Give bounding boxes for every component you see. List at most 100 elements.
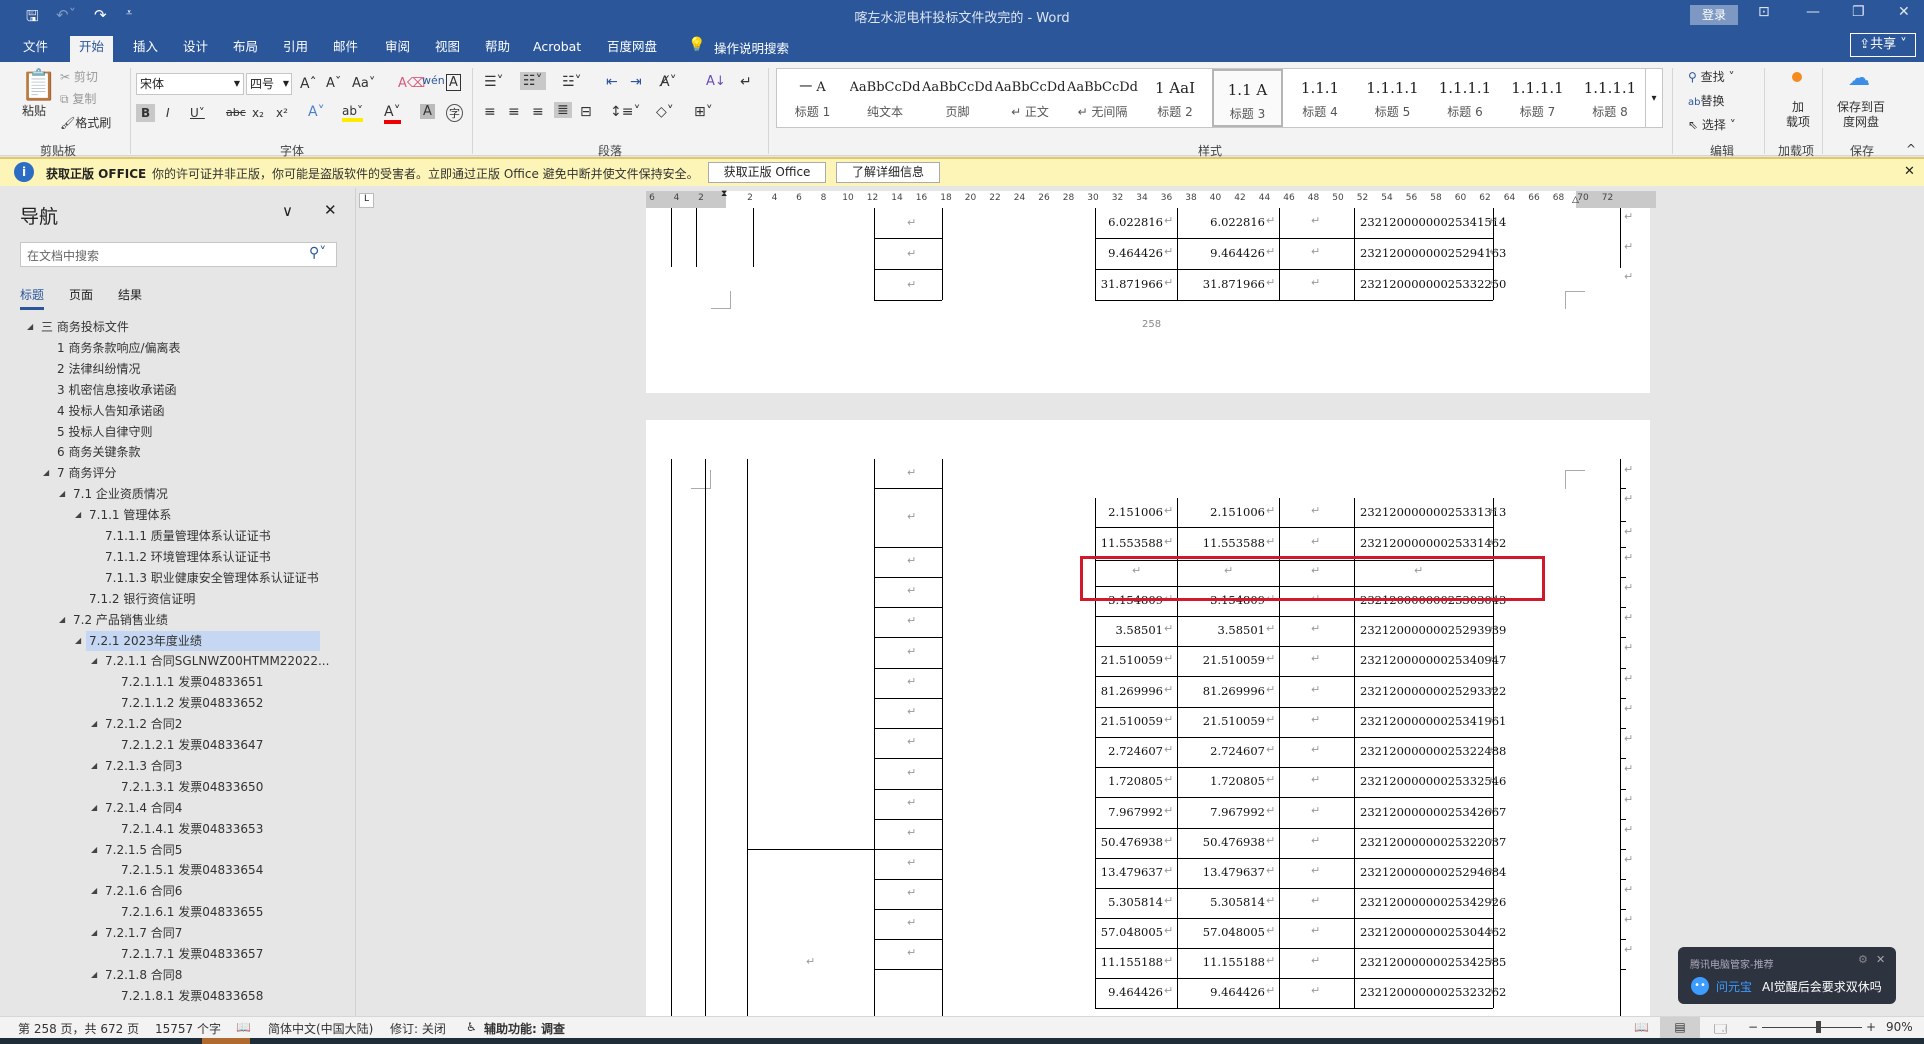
nav-item[interactable]: 7.2.1.3.1 发票04833650	[118, 777, 266, 797]
tab-9[interactable]: 帮助	[476, 36, 519, 62]
expand-triangle-icon[interactable]: ◢	[75, 636, 81, 645]
nav-item[interactable]: 7.1.2 银行资信证明	[86, 589, 198, 609]
expand-triangle-icon[interactable]: ◢	[91, 886, 97, 895]
table-cell[interactable]: 1.720805	[1108, 774, 1163, 788]
save-to-baidu-button[interactable]: 保存到百度网盘	[1834, 100, 1888, 130]
expand-triangle-icon[interactable]: ◢	[91, 761, 97, 770]
nav-item[interactable]: 3 机密信息接收承诺函	[54, 380, 179, 400]
nav-item[interactable]: 4 投标人告知承诺函	[54, 401, 167, 421]
cut-button[interactable]: ✂ 剪切	[60, 68, 98, 85]
table-cell[interactable]: 23212000000025322037	[1360, 835, 1506, 849]
tab-4[interactable]: 布局	[224, 36, 267, 62]
tab-2[interactable]: 插入	[124, 36, 167, 62]
track-changes[interactable]: 修订: 关闭	[390, 1020, 446, 1037]
nav-item[interactable]: 7.2.1.4 合同4	[102, 798, 185, 818]
table-cell[interactable]: 57.048005	[1101, 925, 1163, 939]
enclose-characters-icon[interactable]: 字	[446, 104, 463, 122]
table-cell[interactable]: 5.305814	[1108, 895, 1163, 909]
table-cell[interactable]: 3.58501	[1115, 623, 1163, 637]
table-cell[interactable]: 23212000000025293322	[1360, 684, 1506, 698]
table-cell[interactable]: 21.510059	[1203, 653, 1265, 667]
table-cell[interactable]: 23212000000025342926	[1360, 895, 1506, 909]
shading-icon[interactable]: ◇˅	[656, 104, 674, 120]
nav-item[interactable]: 7.2.1.1.1 发票04833651	[118, 672, 266, 692]
nav-tab-0[interactable]: 标题	[20, 286, 45, 310]
table-cell[interactable]: 21.510059	[1101, 653, 1163, 667]
document-page[interactable]: 2.151006 ↵ 2.151006 ↵ ↵ 23212000000025331313 ↵…	[646, 420, 1650, 1016]
table-cell[interactable]: 9.464426	[1210, 985, 1265, 999]
nav-item[interactable]: 1 商务条款响应/偏离表	[54, 338, 184, 358]
style-5[interactable]: 1 AaI 标题 2	[1140, 69, 1211, 127]
superscript-button[interactable]: x²	[276, 106, 288, 120]
table-cell[interactable]: 6.022816	[1108, 215, 1163, 229]
bold-button[interactable]: B	[136, 104, 156, 122]
nav-item[interactable]: 7.2.1.5 合同5	[102, 840, 185, 860]
find-button[interactable]: ⚲ 查找 ˅	[1688, 68, 1734, 85]
styles-more-button[interactable]: ▾	[1645, 68, 1663, 128]
nav-tab-1[interactable]: 页面	[69, 286, 93, 307]
table-cell[interactable]: 13.479637	[1101, 865, 1163, 879]
table-cell[interactable]: 23212000000025342585	[1360, 955, 1506, 969]
table-cell[interactable]: 50.476938	[1101, 835, 1163, 849]
style-4[interactable]: AaBbCcDdI ↵ 无间隔	[1067, 69, 1138, 127]
tell-me-search[interactable]: 操作说明搜索	[714, 38, 789, 57]
strikethrough-button[interactable]: abc	[226, 106, 246, 119]
read-mode-icon[interactable]: 📖	[1634, 1020, 1649, 1034]
table-cell[interactable]: 23212000000025332546	[1360, 774, 1506, 788]
bullets-icon[interactable]: ☰˅	[484, 74, 504, 90]
tab-7[interactable]: 审阅	[376, 36, 419, 62]
nav-item[interactable]: 三 商务投标文件	[38, 317, 132, 337]
close-icon[interactable]: ✕	[1898, 4, 1910, 20]
table-cell[interactable]: 3.58501	[1217, 623, 1265, 637]
italic-button[interactable]: I	[166, 106, 170, 120]
table-cell[interactable]: 11.553588	[1203, 536, 1265, 550]
justify-icon[interactable]: ≣	[554, 102, 572, 118]
table-cell[interactable]: 2.724607	[1210, 744, 1265, 758]
style-2[interactable]: AaBbCcDdEe 页脚	[922, 69, 993, 127]
style-1[interactable]: AaBbCcDdI 纯文本	[850, 69, 921, 127]
character-shading-icon[interactable]: A	[420, 104, 435, 119]
nav-item[interactable]: 7.1.1 管理体系	[86, 505, 174, 525]
table-cell[interactable]: 23212000000025341514	[1360, 215, 1506, 229]
page-count[interactable]: 第 258 页，共 672 页	[18, 1020, 139, 1037]
multilevel-list-icon[interactable]: ☳˅	[562, 74, 582, 90]
table-cell[interactable]: 1.720805	[1210, 774, 1265, 788]
style-10[interactable]: 1.1.1.1 标题 7	[1502, 69, 1573, 127]
text-effects-icon[interactable]: A˅	[308, 104, 325, 120]
nav-item[interactable]: 7 商务评分	[54, 463, 119, 483]
ribbon-display-icon[interactable]: ⊡	[1758, 4, 1770, 20]
replace-button[interactable]: ab替换	[1688, 92, 1725, 109]
nav-item[interactable]: 7.2.1.6 合同6	[102, 881, 185, 901]
nav-item[interactable]: 7.2.1.8.1 发票04833658	[118, 986, 266, 1006]
word-count[interactable]: 15757 个字	[155, 1020, 221, 1037]
table-cell[interactable]: 9.464426	[1108, 246, 1163, 260]
zoom-slider-track[interactable]	[1762, 1027, 1862, 1028]
tab-8[interactable]: 视图	[426, 36, 469, 62]
expand-triangle-icon[interactable]: ◢	[91, 970, 97, 979]
nav-item[interactable]: 7.2.1.5.1 发票04833654	[118, 860, 266, 880]
change-case-icon[interactable]: Aa˅	[352, 76, 375, 91]
nav-item[interactable]: 7.1.1.3 职业健康安全管理体系认证证书	[102, 568, 322, 588]
table-cell[interactable]: 7.967992	[1210, 805, 1265, 819]
table-cell[interactable]: 23212000000025322488	[1360, 744, 1506, 758]
tab-3[interactable]: 设计	[174, 36, 217, 62]
print-layout-icon[interactable]: ▤	[1660, 1017, 1700, 1038]
expand-triangle-icon[interactable]: ◢	[43, 468, 49, 477]
expand-triangle-icon[interactable]: ◢	[27, 322, 33, 331]
expand-triangle-icon[interactable]: ◢	[75, 510, 81, 519]
underline-button[interactable]: U˅	[190, 106, 205, 120]
table-cell[interactable]: 13.479637	[1203, 865, 1265, 879]
table-cell[interactable]: 23212000000025293939	[1360, 623, 1506, 637]
table-cell[interactable]: 11.553588	[1101, 536, 1163, 550]
nav-item[interactable]: 7.2.1.2 合同2	[102, 714, 185, 734]
expand-triangle-icon[interactable]: ◢	[91, 719, 97, 728]
table-cell[interactable]: 23212000000025304462	[1360, 925, 1506, 939]
language[interactable]: 简体中文(中国大陆)	[268, 1020, 373, 1037]
numbering-icon[interactable]: ☷˅	[520, 72, 546, 90]
table-cell[interactable]: 21.510059	[1203, 714, 1265, 728]
expand-triangle-icon[interactable]: ◢	[91, 928, 97, 937]
tab-6[interactable]: 邮件	[324, 36, 367, 62]
table-cell[interactable]: 23212000000025323262	[1360, 985, 1506, 999]
zoom-level[interactable]: 90%	[1886, 1020, 1913, 1034]
grow-font-icon[interactable]: Aˆ	[300, 76, 317, 92]
